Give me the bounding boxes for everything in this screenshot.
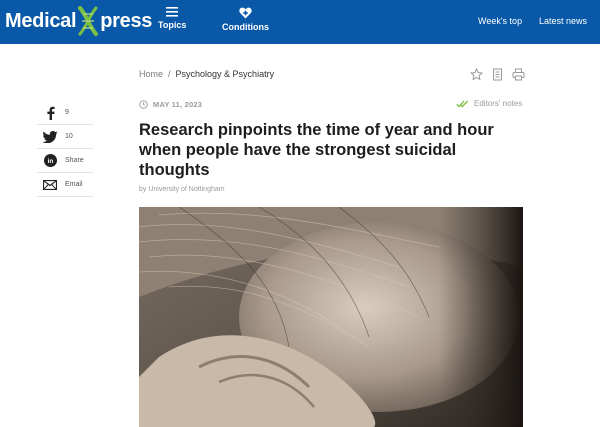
breadcrumb-category[interactable]: Psychology & Psychiatry: [176, 69, 275, 79]
twitter-icon: [39, 130, 61, 143]
share-twitter[interactable]: 10: [37, 125, 93, 149]
menu-icon: [166, 7, 178, 17]
printer-icon[interactable]: [512, 68, 525, 81]
breadcrumb: Home / Psychology & Psychiatry: [139, 69, 274, 79]
site-logo[interactable]: Medical press: [5, 6, 152, 36]
site-header: Medical press Topics Conditions Week's t…: [0, 0, 600, 44]
facebook-icon: [39, 106, 61, 120]
share-email[interactable]: Email: [37, 173, 93, 197]
linkedin-label: Share: [65, 157, 84, 164]
breadcrumb-separator: /: [168, 69, 171, 79]
email-label: Email: [65, 181, 83, 188]
clock-icon: [139, 100, 148, 109]
article-hero-image[interactable]: [139, 207, 523, 427]
share-linkedin[interactable]: in Share: [37, 149, 93, 173]
logo-x-icon: [77, 6, 99, 36]
share-facebook[interactable]: 9: [37, 101, 93, 125]
nav-conditions-label: Conditions: [222, 22, 269, 32]
article-byline: by University of Nottingham: [139, 186, 225, 193]
nav-topics-label: Topics: [158, 20, 187, 30]
logo-text-medical: Medical: [5, 9, 77, 32]
nav-weeks-top[interactable]: Week's top: [478, 16, 522, 26]
editors-notes-label: Editors' notes: [474, 99, 523, 108]
article-date-text: MAY 11, 2023: [153, 100, 203, 109]
heart-plus-icon: [238, 7, 252, 19]
facebook-count: 9: [65, 109, 69, 116]
article-title: Research pinpoints the time of year and …: [139, 121, 494, 179]
print-alt-icon[interactable]: [491, 68, 504, 81]
logo-text-press: press: [100, 9, 153, 32]
article-date: MAY 11, 2023: [139, 100, 202, 109]
svg-text:in: in: [47, 158, 53, 165]
twitter-count: 10: [65, 133, 73, 140]
linkedin-icon: in: [39, 154, 61, 167]
email-icon: [39, 179, 61, 190]
nav-topics[interactable]: Topics: [158, 7, 186, 30]
article-tools: [469, 67, 525, 81]
nav-latest-news[interactable]: Latest news: [539, 16, 587, 26]
breadcrumb-home[interactable]: Home: [139, 69, 163, 79]
double-check-icon: [456, 100, 469, 108]
star-icon[interactable]: [469, 67, 484, 81]
editors-notes[interactable]: Editors' notes: [456, 99, 522, 108]
nav-conditions[interactable]: Conditions: [222, 7, 269, 32]
